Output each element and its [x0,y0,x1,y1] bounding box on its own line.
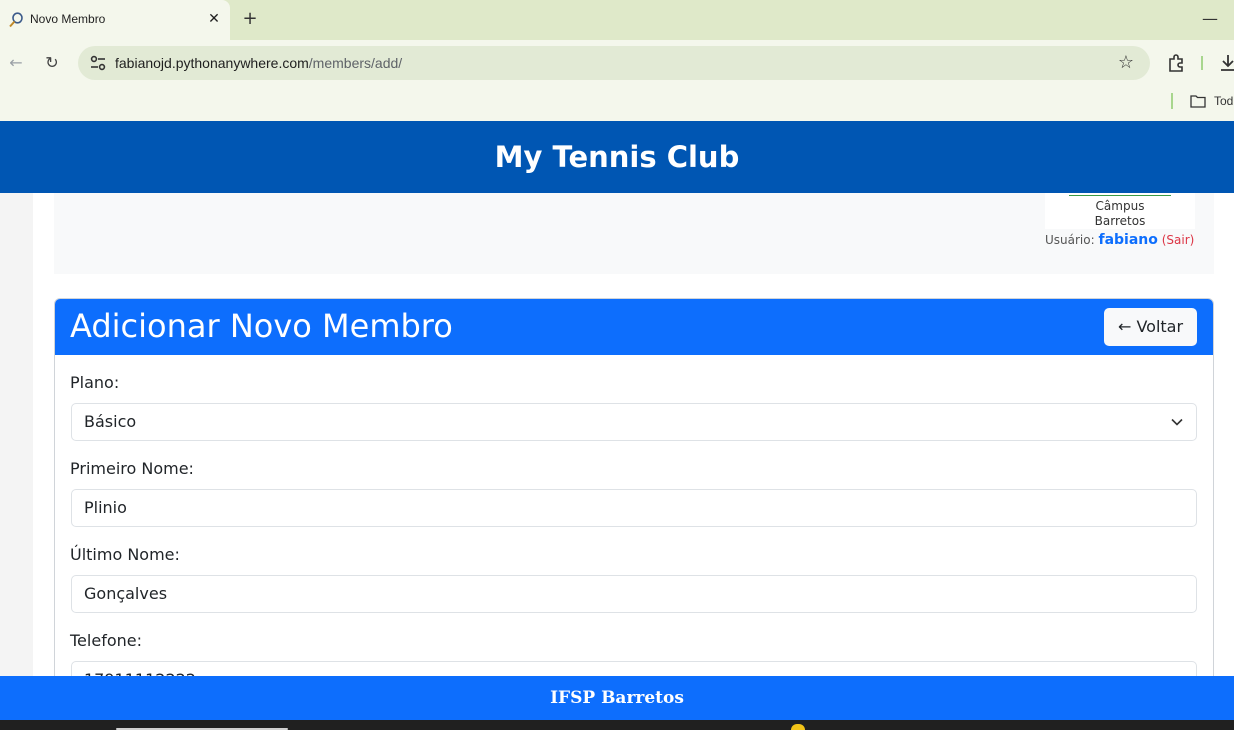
browser-toolbar: ← ↻ fabianojd.pythonanywhere.com/members… [0,40,1234,86]
url-host: fabianojd.pythonanywhere.com [115,55,309,71]
site-title: My Tennis Club [494,140,740,174]
main-content: Câmpus Barretos Usuário: fabiano (Sair) … [33,193,1234,730]
taskbar-app-icon[interactable] [791,724,805,730]
address-bar[interactable]: fabianojd.pythonanywhere.com/members/add… [78,46,1150,80]
reload-icon[interactable]: ↻ [40,51,64,75]
back-button[interactable]: ← Voltar [1104,308,1197,346]
form-title: Adicionar Novo Membro [70,307,453,345]
close-tab-icon[interactable]: ✕ [205,10,223,28]
user-panel: Câmpus Barretos Usuário: fabiano (Sair) [54,193,1214,274]
tennis-racket-icon [9,12,23,28]
last-name-label: Último Nome: [70,545,180,564]
plan-label: Plano: [70,373,120,392]
add-member-card: Adicionar Novo Membro ← Voltar Plano: Bá… [54,298,1214,730]
campus-logo: Câmpus Barretos [1045,193,1195,229]
logo-rule [1069,195,1171,196]
site-footer: IFSP Barretos [0,676,1234,720]
minimize-window-button[interactable]: — [1200,9,1220,29]
plan-select[interactable]: Básico [71,403,1197,441]
user-info: Usuário: fabiano (Sair) [1045,232,1194,248]
browser-tabstrip: Novo Membro ✕ + — [0,0,1234,40]
download-icon[interactable] [1216,51,1234,75]
logout-link[interactable]: (Sair) [1162,233,1195,247]
site-settings-icon[interactable] [86,51,110,75]
first-name-input[interactable]: Plinio [71,489,1197,527]
url-path: /members/add/ [308,55,403,71]
back-arrow-icon[interactable]: ← [4,51,28,75]
plan-select-value: Básico [84,412,137,431]
chevron-down-icon [1171,418,1183,426]
first-name-label: Primeiro Nome: [70,459,194,478]
logo-text-line2: Barretos [1094,214,1146,228]
tab-title: Novo Membro [30,12,106,26]
folder-icon[interactable] [1190,94,1206,108]
bookmark-star-icon[interactable]: ☆ [1114,51,1138,75]
bookmarks-divider [1171,93,1173,109]
bookmark-folder-label[interactable]: Tod [1214,94,1233,108]
phone-label: Telefone: [70,631,142,650]
bookmarks-bar: Tod [0,86,1234,121]
extensions-icon[interactable] [1165,51,1189,75]
url-text: fabianojd.pythonanywhere.com/members/add… [115,55,402,71]
username-link[interactable]: fabiano [1098,232,1157,248]
user-label: Usuário: [1045,233,1095,247]
web-page: My Tennis Club Câmpus Barretos Usuário: … [0,121,1234,730]
browser-tab[interactable]: Novo Membro ✕ [0,0,230,40]
footer-text: IFSP Barretos [550,688,684,708]
site-header: My Tennis Club [0,121,1234,193]
last-name-input[interactable]: Gonçalves [71,575,1197,613]
new-tab-button[interactable]: + [240,9,260,29]
card-header: Adicionar Novo Membro ← Voltar [55,299,1213,355]
logo-text-line1: Câmpus [1095,199,1145,213]
logo-text: Câmpus Barretos [1045,199,1195,229]
toolbar-divider [1201,56,1203,70]
